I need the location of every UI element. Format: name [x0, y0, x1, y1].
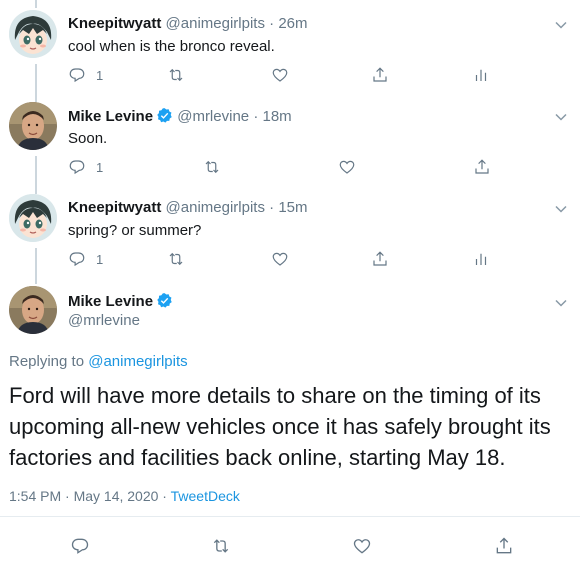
chevron-down-icon[interactable] — [554, 18, 568, 32]
dot-separator: · — [269, 199, 275, 216]
reply-button[interactable]: 1 — [68, 66, 103, 84]
dot-separator: · — [269, 15, 275, 32]
reply-icon — [69, 68, 85, 83]
user-handle[interactable]: @mrlevine — [177, 108, 249, 125]
tweet-text-line: factories and facilities back online, st… — [9, 445, 506, 470]
share-button[interactable] — [494, 536, 514, 556]
timestamp[interactable]: 15m — [278, 199, 307, 216]
chevron-down-icon[interactable] — [554, 296, 568, 310]
tweet-text: Soon. — [68, 130, 108, 147]
action-bar: 1 — [0, 66, 580, 86]
chevron-down-icon[interactable] — [554, 110, 568, 124]
tweet-text-line: Ford will have more details to share on … — [9, 383, 541, 408]
retweet-button[interactable] — [167, 250, 185, 268]
analytics-button[interactable] — [472, 66, 490, 84]
tweet-meta: 1:54 PM · May 14, 2020 · TweetDeck — [9, 488, 240, 504]
avatar[interactable] — [9, 194, 57, 242]
heart-icon — [339, 160, 355, 174]
reply-button[interactable] — [70, 536, 90, 556]
tweet-text-line: upcoming all-new vehicles once it has sa… — [9, 414, 551, 439]
retweet-icon — [205, 160, 219, 174]
author-name-row: Mike Levine — [68, 292, 173, 310]
main-tweet-text: Ford will have more details to share on … — [9, 380, 551, 473]
reply-button[interactable]: 1 — [68, 250, 103, 268]
reply-icon — [69, 160, 85, 175]
retweet-icon — [169, 68, 183, 82]
display-name[interactable]: Kneepitwyatt — [68, 199, 161, 216]
share-button[interactable] — [371, 250, 389, 268]
verified-badge-icon — [157, 293, 172, 308]
share-icon — [373, 67, 387, 82]
avatar[interactable] — [9, 286, 57, 334]
like-button[interactable] — [352, 536, 372, 556]
tweet-header: Mike Levine @mrlevine · 18m — [68, 107, 292, 125]
display-name[interactable]: Kneepitwyatt — [68, 15, 161, 32]
user-handle[interactable]: @mrlevine — [68, 312, 140, 329]
heart-icon — [353, 539, 371, 554]
tweet-source[interactable]: TweetDeck — [171, 488, 240, 504]
heart-icon — [272, 252, 288, 266]
timestamp[interactable]: 26m — [278, 15, 307, 32]
tweet-header: Kneepitwyatt @animegirlpits · 15m — [68, 199, 308, 216]
chevron-down-icon[interactable] — [554, 202, 568, 216]
like-button[interactable] — [338, 158, 356, 176]
like-button[interactable] — [271, 250, 289, 268]
author-handle-row: @mrlevine — [68, 312, 140, 329]
retweet-button[interactable] — [203, 158, 221, 176]
analytics-icon — [475, 253, 487, 265]
timestamp[interactable]: 18m — [262, 108, 291, 125]
avatar[interactable] — [9, 10, 57, 58]
tweet-text: cool when is the bronco reveal. — [68, 38, 275, 55]
analytics-icon — [475, 69, 487, 81]
action-bar: 1 — [0, 158, 580, 178]
like-button[interactable] — [271, 66, 289, 84]
retweet-button[interactable] — [211, 536, 231, 556]
tweet-header: Kneepitwyatt @animegirlpits · 26m — [68, 15, 308, 32]
tweet-date[interactable]: 1:54 PM · May 14, 2020 · — [9, 488, 171, 504]
tweet-text: spring? or summer? — [68, 222, 202, 239]
share-icon — [475, 159, 489, 174]
retweet-icon — [213, 539, 229, 553]
avatar[interactable] — [9, 102, 57, 150]
action-bar: 1 — [0, 250, 580, 270]
display-name[interactable]: Mike Levine — [68, 108, 153, 125]
thread-line — [35, 0, 37, 8]
verified-badge-icon — [157, 108, 172, 123]
heart-icon — [272, 68, 288, 82]
share-icon — [496, 537, 512, 554]
share-button[interactable] — [473, 158, 491, 176]
reply-icon — [71, 538, 89, 554]
reply-icon — [69, 252, 85, 267]
dot-separator: · — [253, 108, 259, 125]
retweet-icon — [169, 252, 183, 266]
user-handle[interactable]: @animegirlpits — [166, 199, 265, 216]
replying-to: Replying to @animegirlpits — [9, 353, 188, 370]
reply-button[interactable]: 1 — [68, 158, 103, 176]
reply-count: 1 — [96, 251, 104, 267]
retweet-button[interactable] — [167, 66, 185, 84]
reply-count: 1 — [96, 67, 104, 83]
display-name[interactable]: Mike Levine — [68, 293, 153, 310]
share-button[interactable] — [371, 66, 389, 84]
analytics-button[interactable] — [472, 250, 490, 268]
main-action-bar — [0, 536, 580, 556]
user-handle[interactable]: @animegirlpits — [166, 15, 265, 32]
replying-to-label: Replying to — [9, 353, 85, 370]
replying-to-link[interactable]: @animegirlpits — [88, 353, 187, 370]
share-icon — [373, 251, 387, 266]
reply-count: 1 — [96, 159, 104, 175]
divider — [0, 516, 580, 517]
